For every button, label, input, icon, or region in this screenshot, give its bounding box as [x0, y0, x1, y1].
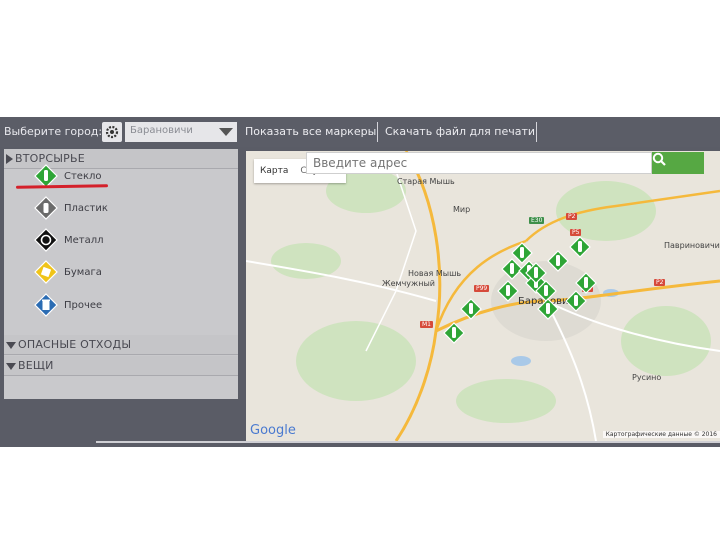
glass-map-marker[interactable]	[443, 322, 465, 344]
glass-map-marker[interactable]	[547, 250, 569, 272]
glass-map-marker[interactable]	[537, 298, 559, 320]
city-select[interactable]: Барановичи	[125, 122, 237, 142]
plastic-marker-icon	[34, 196, 58, 220]
chevron-down-icon	[6, 341, 16, 349]
road-number-badge: Р2	[566, 213, 578, 220]
category-things-label: ВЕЩИ	[18, 359, 54, 372]
sidebar-item-label: Пластик	[64, 202, 108, 214]
map-attribution: Картографические данные © 2016	[602, 431, 720, 438]
road-number-badge: Р99	[474, 285, 490, 292]
road-number-badge: Р5	[570, 229, 582, 236]
forest-area	[456, 379, 556, 423]
sidebar-item-plastic[interactable]: Пластик	[34, 195, 108, 221]
road-number-badge: Р2	[654, 279, 666, 286]
glass-map-marker[interactable]	[525, 262, 547, 284]
download-print-file-button[interactable]: Скачать файл для печати	[385, 125, 535, 138]
glass-map-marker[interactable]	[497, 280, 519, 302]
map-view[interactable]: Карта Спутник Старая Мышь Мир Новая Мышь…	[246, 151, 720, 441]
forest-area	[271, 243, 341, 279]
water	[511, 356, 531, 366]
map-place-label: Старая Мышь	[397, 177, 455, 186]
map-canvas	[246, 151, 720, 441]
road-number-badge: Е30	[529, 217, 545, 224]
sidebar-item-label: Металл	[64, 234, 104, 246]
sidebar-item-label: Бумага	[64, 266, 102, 278]
metal-marker-icon	[34, 228, 58, 252]
category-things[interactable]: ВЕЩИ	[4, 356, 238, 376]
sidebar-item-other[interactable]: Прочее	[34, 292, 102, 318]
map-place-label: Мир	[453, 205, 471, 214]
search-button[interactable]	[652, 152, 704, 174]
sidebar-item-metal[interactable]: Металл	[34, 227, 104, 253]
category-hazardous[interactable]: ОПАСНЫЕ ОТХОДЫ	[4, 335, 238, 355]
map-place-label: Русино	[632, 373, 662, 382]
city-label: Выберите город:	[4, 125, 103, 138]
search-icon	[652, 152, 666, 166]
chevron-down-icon	[219, 128, 233, 136]
map-place-label: Новая Мышь	[408, 269, 462, 278]
road-number-badge: М1	[420, 321, 433, 328]
category-sidebar: ВТОРСЫРЬЕ Стекло Пластик Металл Бумага П…	[4, 149, 238, 399]
other-marker-icon	[34, 293, 58, 317]
sidebar-item-label: Прочее	[64, 299, 103, 311]
city-select-value: Барановичи	[130, 125, 193, 136]
chevron-down-icon	[6, 362, 16, 370]
forest-area	[296, 321, 416, 401]
glass-map-marker[interactable]	[569, 236, 591, 258]
paper-marker-icon	[34, 260, 58, 284]
map-place-label: Павриновичи	[664, 241, 720, 250]
google-logo: Google	[250, 423, 296, 438]
city-settings-button[interactable]	[102, 122, 122, 142]
sidebar-item-label: Стекло	[64, 170, 102, 182]
address-search-input[interactable]	[306, 152, 652, 174]
category-hazardous-label: ОПАСНЫЕ ОТХОДЫ	[18, 338, 132, 351]
glass-map-marker[interactable]	[460, 298, 482, 320]
map-type-map[interactable]: Карта	[254, 166, 294, 176]
gear-icon	[105, 125, 119, 139]
toolbar-divider	[536, 122, 537, 142]
chevron-right-icon	[6, 154, 13, 164]
show-all-markers-button[interactable]: Показать все маркеры	[245, 125, 376, 138]
map-place-label: Жемчужный	[382, 279, 435, 288]
bottom-divider	[96, 441, 720, 443]
sidebar-item-paper[interactable]: Бумага	[34, 259, 102, 285]
top-toolbar: Выберите город: Барановичи Показать все …	[0, 117, 720, 147]
app-window: Выберите город: Барановичи Показать все …	[0, 117, 720, 447]
toolbar-divider	[377, 122, 378, 142]
glass-map-marker[interactable]	[565, 290, 587, 312]
